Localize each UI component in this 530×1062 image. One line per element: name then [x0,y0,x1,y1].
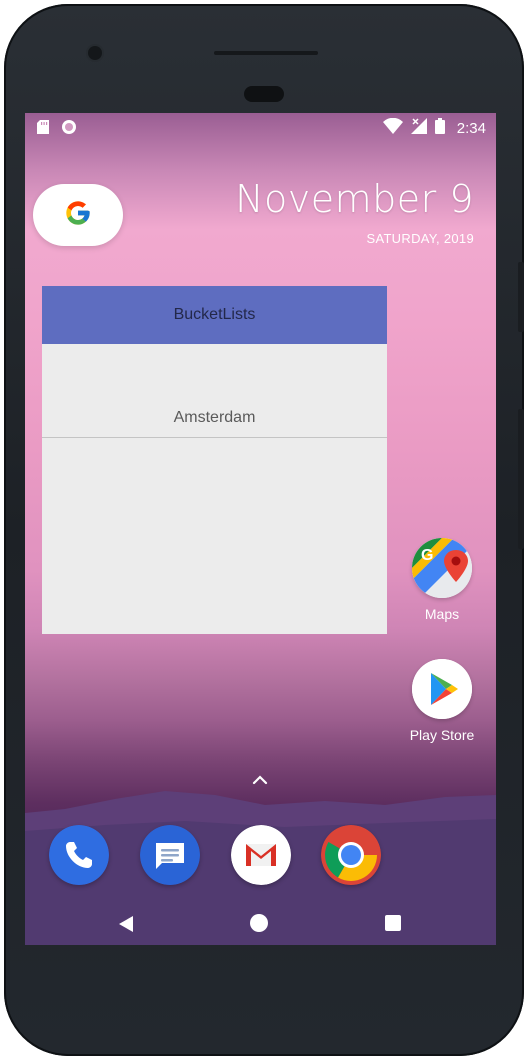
status-bar: 2:34 [25,113,496,141]
navigation-bar [25,905,496,945]
home-icon[interactable] [250,914,268,932]
google-g-icon [64,199,92,231]
battery-icon [434,118,445,138]
app-drawer-chevron-icon[interactable] [250,773,270,787]
power-button [518,262,524,332]
phone-icon[interactable] [49,825,109,885]
svg-text:G: G [421,547,433,564]
gmail-icon[interactable] [231,825,291,885]
volume-button [518,409,524,549]
widget-title: BucketLists [42,286,387,344]
home-screen: 2:34 November 9 SATURDAY, 2019 BucketLis… [25,113,496,945]
wifi-icon [382,117,403,138]
back-icon[interactable] [117,914,135,934]
front-camera [88,46,102,60]
google-search-widget[interactable] [33,184,123,246]
top-speaker [214,51,318,55]
maps-icon: G [412,538,472,598]
recents-icon[interactable] [385,915,401,931]
clock-day: SATURDAY, 2019 [366,231,474,246]
status-time: 2:34 [456,119,486,137]
list-item[interactable]: Amsterdam [42,344,387,438]
earpiece [244,86,284,102]
bucket-lists-widget[interactable]: BucketLists Amsterdam [42,286,387,634]
play-store-icon [412,659,472,719]
clock-date[interactable]: November 9 [235,177,474,221]
circle-notification-icon [61,119,77,139]
chrome-icon[interactable] [321,825,381,885]
signal-icon [410,118,427,138]
messages-icon[interactable] [140,825,200,885]
maps-label: Maps [424,606,460,622]
sd-card-icon [37,120,49,138]
play-store-shortcut[interactable]: Play Store [404,659,480,743]
maps-shortcut[interactable]: G Maps [404,538,480,622]
play-store-label: Play Store [409,727,475,743]
